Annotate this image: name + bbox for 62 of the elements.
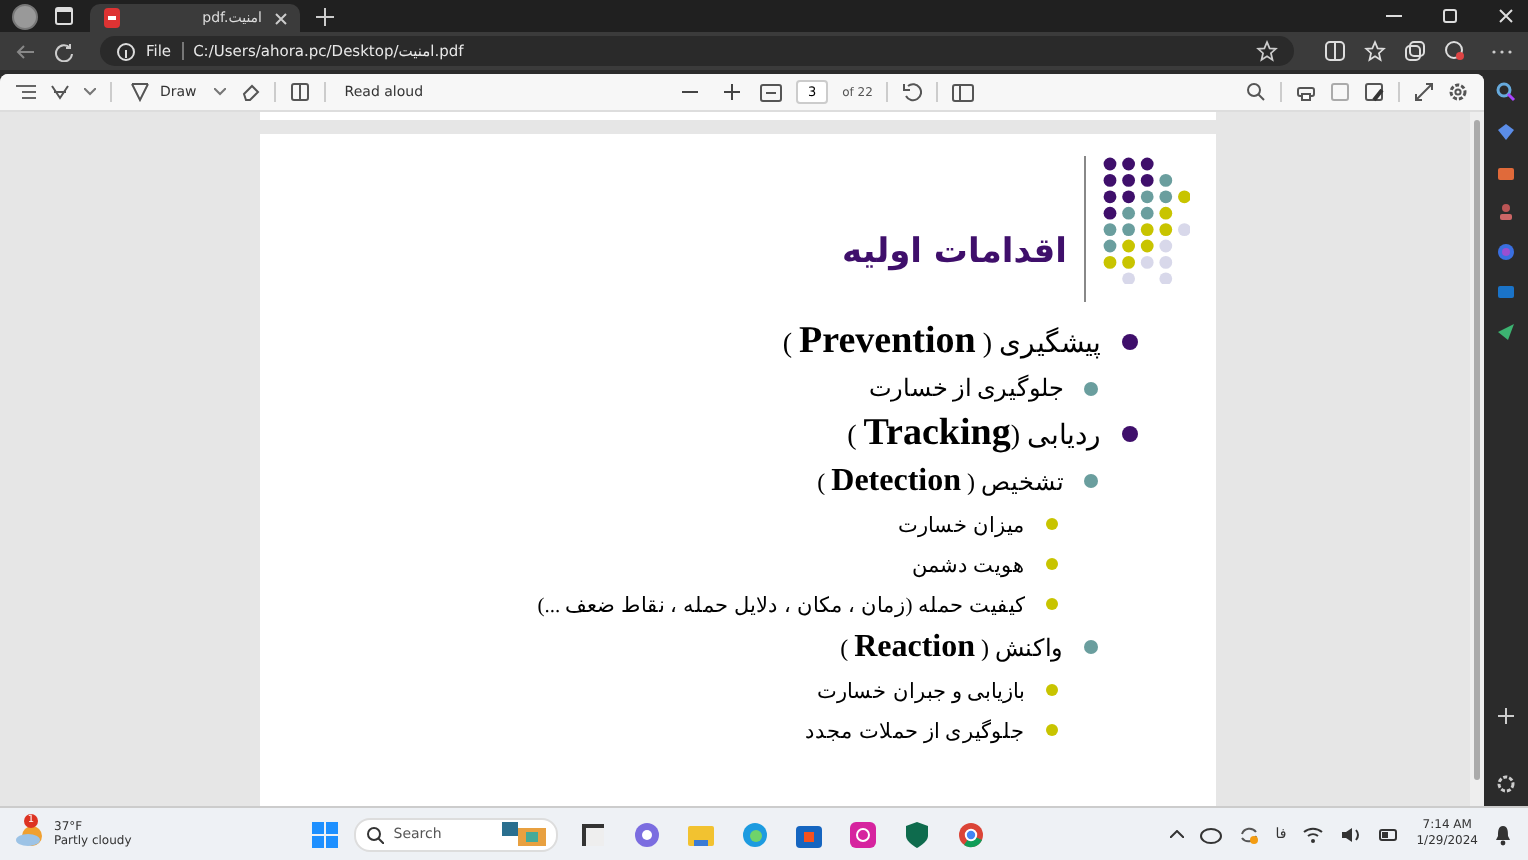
new-tab-icon[interactable] [316,7,334,25]
settings-icon[interactable] [1448,82,1468,102]
chrome-icon[interactable] [957,821,984,847]
sync-icon[interactable] [1237,823,1260,845]
bullet-text: هویت دشمن [911,553,1025,577]
fullscreen-icon[interactable] [1414,82,1434,102]
person-icon[interactable] [1496,202,1516,222]
store-icon[interactable] [795,821,822,847]
bullet-text: جلوگیری از حملات مجدد [805,717,1025,743]
restore-icon[interactable] [1440,6,1460,26]
bullet-text: میزان خسارت [897,513,1025,537]
print-icon[interactable] [1296,82,1316,102]
volume-icon[interactable] [1340,825,1363,843]
search-icon [365,825,384,843]
extensions-icon[interactable] [1444,40,1466,62]
collections-icon[interactable] [1404,40,1426,62]
zoom-in-icon[interactable] [724,84,741,100]
folder-icon[interactable] [687,821,714,847]
highlighter-icon[interactable] [50,82,70,102]
favorites-icon[interactable] [1364,40,1386,62]
chevron-down-icon[interactable] [214,88,227,96]
pdf-icon [102,8,122,28]
scrollbar[interactable] [1470,112,1484,806]
refresh-icon[interactable] [54,41,74,61]
bell-icon[interactable] [1494,823,1512,845]
contents-icon[interactable] [16,84,36,100]
save-as-icon[interactable] [1364,82,1384,102]
browser-icon[interactable] [741,821,768,847]
close-icon[interactable] [274,11,288,25]
eraser-icon[interactable] [240,82,261,102]
back-icon[interactable] [16,41,36,61]
slide-title: اقدامات اولیه [841,232,1067,272]
bullet-text: بازیابی و جبران خسارت [817,679,1025,703]
chevron-up-icon[interactable] [1169,830,1184,838]
bullet-text: کیفیت حمله (زمان ، مکان ، دلایل حمله ، نقاط ضعف ...) [537,593,1025,617]
star-icon[interactable] [1256,40,1278,62]
close-icon[interactable] [1496,6,1516,26]
start-icon[interactable] [311,821,338,847]
tab-actions-icon[interactable] [54,6,74,26]
split-screen-icon[interactable] [1324,40,1346,62]
send-icon[interactable] [1496,322,1516,342]
task-view-icon[interactable] [579,821,606,847]
shield-icon[interactable] [903,821,930,847]
page-view-icon[interactable] [290,82,311,102]
chat-icon[interactable] [633,821,660,847]
pen-icon [130,82,150,102]
add-icon[interactable] [1496,706,1516,726]
bullet-text: جلوگیری از خسارت [869,373,1063,403]
info-icon [116,41,136,61]
two-page-icon[interactable] [952,83,975,101]
battery-icon[interactable] [1378,825,1401,843]
camera-icon[interactable] [849,821,876,847]
search-icon[interactable] [1496,82,1516,102]
tag-icon[interactable] [1496,122,1516,142]
fit-page-icon[interactable] [760,83,783,101]
search-highlight-icon [501,822,546,846]
wifi-icon[interactable] [1302,825,1325,843]
chevron-down-icon[interactable] [84,88,96,96]
dot-grid-drawing [1101,156,1189,284]
search-icon[interactable] [1246,82,1266,102]
rotate-icon[interactable] [902,82,923,102]
profile-avatar[interactable] [12,3,38,29]
